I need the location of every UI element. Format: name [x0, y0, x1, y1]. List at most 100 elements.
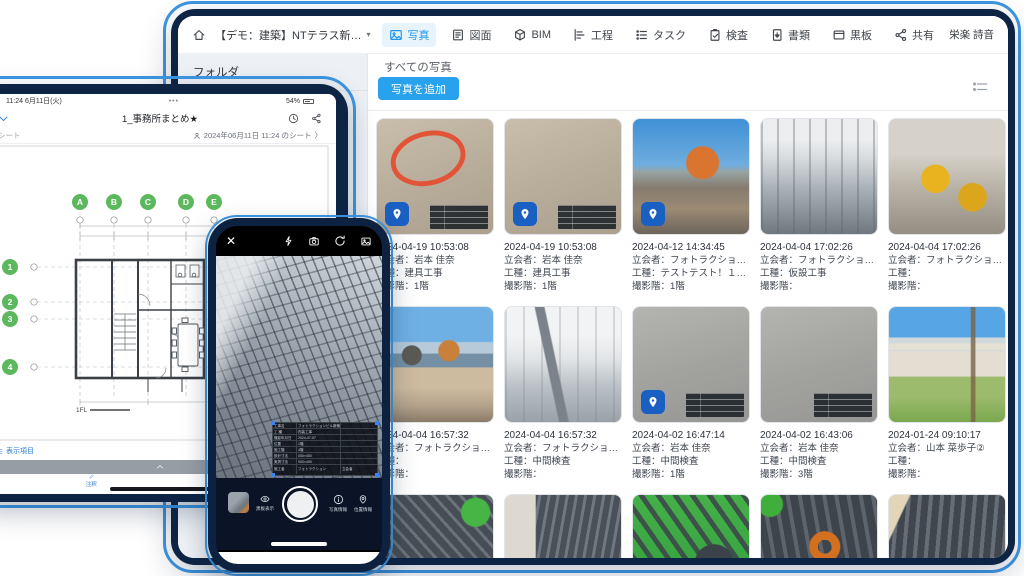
- photo-caption: 2024-04-04 16:57:32 立会者：フォトラクション … 工種：中間…: [504, 423, 622, 481]
- photo-thumbnail[interactable]: [376, 118, 494, 235]
- photo-card[interactable]: 2024-04-19 10:53:08 立会者：岩本 佳奈 工種：建具工事 撮影…: [504, 118, 622, 293]
- photo-card[interactable]: [888, 494, 1006, 558]
- photo-card[interactable]: 2024-04-04 16:57:32 立会者：フォトラクション … 工種： 撮…: [376, 306, 494, 481]
- tablet-date: 6月11日(火): [25, 96, 62, 106]
- resize-handle[interactable]: [375, 421, 379, 425]
- photo-thumbnail[interactable]: [760, 306, 878, 423]
- photo-datetime: 2024-04-04 17:02:26: [888, 241, 1006, 254]
- photo-floor: 撮影階：1階: [504, 280, 622, 293]
- shutter-button[interactable]: [282, 486, 318, 522]
- tab-tasks[interactable]: タスク: [628, 23, 693, 47]
- photo-card[interactable]: [632, 494, 750, 558]
- chevron-down-icon[interactable]: [0, 113, 9, 124]
- location-pin-badge: [641, 202, 665, 226]
- home-icon[interactable]: [192, 28, 206, 42]
- pencil-icon: [87, 474, 96, 479]
- photo-card[interactable]: 2024-04-02 16:47:14 立会者：岩本 佳奈 工種：中間検査 撮影…: [632, 306, 750, 481]
- project-selector[interactable]: 【デモ：建築】NTテラス新… ▾: [215, 27, 370, 43]
- photo-card[interactable]: [504, 494, 622, 558]
- share-icon[interactable]: [311, 113, 322, 124]
- photo-card[interactable]: 2024-04-19 10:53:08 立会者：岩本 佳奈 工種：建具工事 撮影…: [376, 118, 494, 293]
- photo-caption: 2024-04-04 17:02:26 立会者：フォトラクション … 工種：仮設…: [760, 235, 878, 293]
- tab-drawings[interactable]: 図面: [444, 23, 498, 47]
- photo-thumbnail[interactable]: [376, 494, 494, 558]
- photo-thumbnail[interactable]: [504, 494, 622, 558]
- photo-card[interactable]: 2024-04-02 16:43:06 立会者：岩本 佳奈 工種：中間検査 撮影…: [760, 306, 878, 481]
- photo-thumbnail[interactable]: [760, 118, 878, 235]
- tab-bim[interactable]: BIM: [506, 24, 558, 46]
- photo-floor: 撮影階：: [888, 280, 1006, 293]
- last-photo-thumbnail[interactable]: [228, 492, 249, 513]
- tab-share[interactable]: 共有: [887, 23, 941, 47]
- photo-card[interactable]: 2024-04-04 17:02:26 立会者：フォトラクション … 工種：仮設…: [760, 118, 878, 293]
- mini-blackboard: [814, 393, 872, 417]
- sheet-info[interactable]: 2024年06月11日 11:24 のシート 〉: [193, 130, 322, 141]
- photo-card[interactable]: [760, 494, 878, 558]
- camera-control-bar: 黒板表示 写真情報 位置情報: [216, 478, 382, 550]
- photo-info-button[interactable]: 写真情報: [329, 494, 347, 513]
- list-view-toggle-icon[interactable]: [972, 80, 988, 94]
- photo-thumbnail[interactable]: [632, 118, 750, 235]
- location-info-button[interactable]: 位置情報: [354, 494, 372, 513]
- photo-card[interactable]: 2024-01-24 09:10:17 立会者：山本 菜歩子② 工種： 撮影階：: [888, 306, 1006, 481]
- tab-documents[interactable]: 書類: [763, 23, 817, 47]
- gallery-icon: [360, 236, 372, 247]
- photo-card[interactable]: [376, 494, 494, 558]
- photo-caption: 2024-04-02 16:43:06 立会者：岩本 佳奈 工種：中間検査 撮影…: [760, 423, 878, 481]
- tablet-titlebar: 1_事務所まとめ★: [0, 108, 336, 128]
- photo-datetime: 2024-04-04 16:57:32: [504, 429, 622, 442]
- home-indicator: [271, 542, 327, 546]
- nav-tabs: 写真 図面 BIM 工程 タスク: [382, 23, 941, 47]
- rotate-camera-icon: [334, 235, 346, 247]
- photo-caption: 2024-04-04 17:02:26 立会者：フォトラクション … 工種： 撮…: [888, 235, 1006, 293]
- svg-text:B: B: [111, 197, 117, 207]
- photo-worktype: 工種：建具工事: [376, 267, 494, 280]
- resize-handle[interactable]: [271, 421, 275, 425]
- user-name[interactable]: 栄楽 詩音: [949, 27, 994, 42]
- display-items-link[interactable]: 表示項目: [0, 446, 34, 456]
- photo-thumbnail[interactable]: [632, 306, 750, 423]
- photo-witness: 立会者：フォトラクション …: [760, 254, 878, 267]
- close-icon[interactable]: ✕: [226, 234, 236, 248]
- photo-datetime: 2024-04-04 17:02:26: [760, 241, 878, 254]
- phone-camera-screen: ✕ 工事名フォトラクションビル新築工事 工 種内装工事 撮影年月日2024-07…: [216, 226, 382, 564]
- sheet-bar: シート 2024年06月11日 11:24 のシート 〉: [0, 128, 336, 144]
- svg-text:1FL: 1FL: [76, 407, 88, 414]
- photo-worktype: 工種：中間検査: [760, 455, 878, 468]
- photo-thumbnail[interactable]: [760, 494, 878, 558]
- photo-card[interactable]: 2024-04-04 17:02:26 立会者：フォトラクション … 工種： 撮…: [888, 118, 1006, 293]
- tab-inspection[interactable]: 検査: [701, 23, 755, 47]
- resize-handle[interactable]: [271, 473, 275, 477]
- annotate-tool[interactable]: 注釈: [86, 474, 97, 488]
- photo-thumbnail[interactable]: [888, 306, 1006, 423]
- tab-blackboard[interactable]: 黒板: [825, 23, 879, 47]
- info-icon: [333, 494, 344, 505]
- digital-blackboard-overlay[interactable]: 工事名フォトラクションビル新築工事 工 種内装工事 撮影年月日2024-07-0…: [272, 422, 378, 476]
- location-pin-badge: [385, 202, 409, 226]
- blackboard-toggle[interactable]: 黒板表示: [256, 494, 274, 512]
- photo-thumbnail[interactable]: [632, 494, 750, 558]
- history-clock-icon[interactable]: [288, 113, 299, 124]
- tab-photos[interactable]: 写真: [382, 23, 436, 47]
- photo-datetime: 2024-04-19 10:53:08: [376, 241, 494, 254]
- photo-card[interactable]: 2024-04-12 14:34:45 立会者：フォトラクション … 工種：テス…: [632, 118, 750, 293]
- tablet-menu-dots: •••: [62, 98, 286, 105]
- location-pin-icon: [358, 494, 368, 505]
- photo-thumbnail[interactable]: [888, 494, 1006, 558]
- camera-viewfinder[interactable]: 工事名フォトラクションビル新築工事 工 種内装工事 撮影年月日2024-07-0…: [216, 256, 382, 478]
- add-photo-button[interactable]: 写真を追加: [378, 77, 459, 100]
- photo-thumbnail[interactable]: [376, 306, 494, 423]
- photo-worktype: 工種：建具工事: [504, 267, 622, 280]
- photo-worktype: 工種：: [888, 455, 1006, 468]
- photo-datetime: 2024-04-19 10:53:08: [504, 241, 622, 254]
- resize-handle[interactable]: [375, 473, 379, 477]
- page: 【デモ：建築】NTテラス新… ▾ 写真 図面 BIM 工程: [0, 0, 1024, 576]
- tab-schedule[interactable]: 工程: [566, 23, 620, 47]
- photo-thumbnail[interactable]: [504, 306, 622, 423]
- svg-text:C: C: [145, 197, 151, 207]
- flash-icon: [283, 235, 294, 247]
- location-pin-badge: [641, 390, 665, 414]
- photo-thumbnail[interactable]: [888, 118, 1006, 235]
- photo-thumbnail[interactable]: [504, 118, 622, 235]
- photo-card[interactable]: 2024-04-04 16:57:32 立会者：フォトラクション … 工種：中間…: [504, 306, 622, 481]
